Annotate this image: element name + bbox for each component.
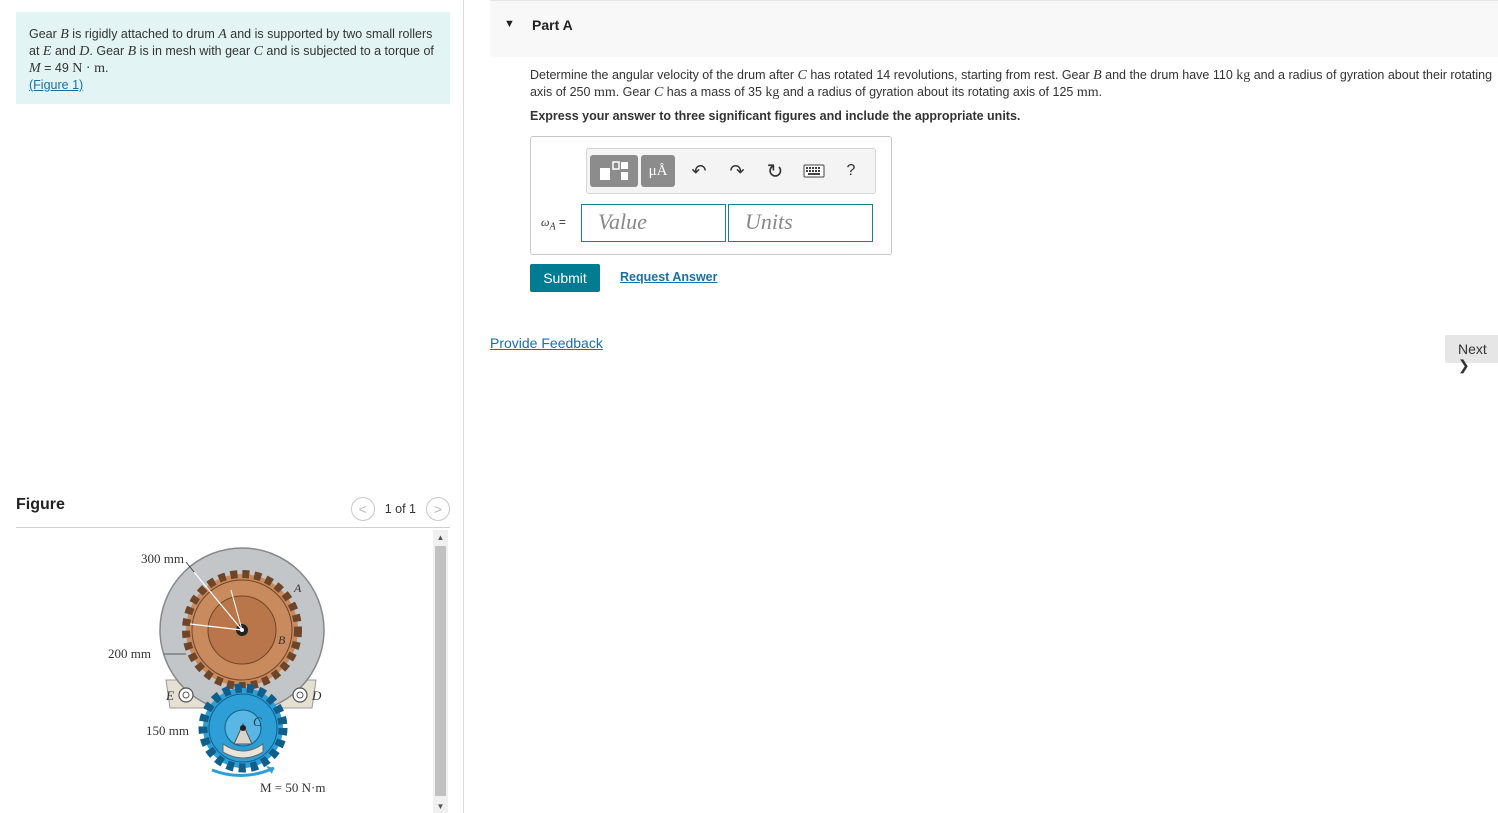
next-label: Next (1458, 341, 1487, 357)
label-150mm: 150 mm (146, 723, 189, 738)
math-toolbar: μÅ ↶ ↷ ↻ ? (586, 148, 876, 194)
figure-header: Figure < 1 of 1 > (16, 494, 450, 528)
figure-title: Figure (16, 496, 65, 513)
figure-scrollbar[interactable]: ▲ ▼ (433, 530, 448, 813)
chevron-right-icon: > (433, 501, 443, 517)
roller-d (292, 687, 308, 703)
value-input[interactable]: Value (581, 204, 726, 242)
figure-link[interactable]: (Figure 1) (29, 78, 83, 92)
units-button[interactable]: μÅ (641, 155, 675, 187)
scroll-up-icon[interactable]: ▲ (433, 530, 448, 544)
submit-button[interactable]: Submit (530, 264, 600, 292)
label-moment: M = 50 N·m (260, 780, 325, 795)
request-answer-link[interactable]: Request Answer (620, 270, 717, 284)
label-d: D (311, 688, 322, 703)
label-e: E (165, 688, 174, 703)
figure-pager: < 1 of 1 > (350, 497, 450, 521)
question-text: Determine the angular velocity of the dr… (530, 68, 1493, 100)
roller-e (178, 687, 194, 703)
redo-icon[interactable]: ↷ (725, 155, 749, 187)
label-200mm: 200 mm (108, 646, 151, 661)
chevron-left-icon: < (358, 501, 367, 517)
figure-image: 300 mm 200 mm 150 mm A B C D E M = 50 N·… (16, 530, 432, 813)
answer-label: ωA = (541, 215, 566, 233)
help-button[interactable]: ? (839, 155, 863, 187)
scroll-thumb[interactable] (435, 546, 446, 796)
label-300mm: 300 mm (141, 551, 184, 566)
pane-divider (463, 0, 464, 813)
figure-count: 1 of 1 (384, 502, 416, 516)
part-a-header[interactable]: ▼ Part A (490, 0, 1498, 57)
provide-feedback-link[interactable]: Provide Feedback (490, 335, 603, 351)
next-figure-button[interactable]: > (426, 497, 450, 521)
answer-box: μÅ ↶ ↷ ↻ ? ωA = Value Units (530, 136, 892, 255)
reset-icon[interactable]: ↻ (763, 155, 787, 187)
gear-drum-diagram: 300 mm 200 mm 150 mm A B C D E M = 50 N·… (108, 547, 325, 795)
left-pane: Gear B is rigidly attached to drum A and… (0, 0, 463, 813)
gear-c (198, 683, 288, 773)
collapse-caret-icon[interactable]: ▼ (504, 18, 515, 30)
chevron-right-icon: ❯ (1458, 357, 1470, 373)
label-b: B (278, 633, 286, 647)
templates-button[interactable] (590, 155, 638, 187)
undo-icon[interactable]: ↶ (687, 155, 711, 187)
prev-figure-button[interactable]: < (350, 497, 375, 521)
problem-statement: Gear B is rigidly attached to drum A and… (16, 12, 450, 104)
keyboard-icon[interactable] (801, 155, 827, 187)
units-input[interactable]: Units (728, 204, 873, 242)
label-c: C (253, 714, 262, 729)
next-button[interactable]: Next ❯ (1445, 335, 1498, 373)
instruction-text: Express your answer to three significant… (530, 109, 1021, 123)
templates-icon (600, 161, 628, 180)
part-title: Part A (532, 17, 573, 33)
label-a: A (293, 581, 302, 595)
scroll-down-icon[interactable]: ▼ (433, 799, 448, 813)
